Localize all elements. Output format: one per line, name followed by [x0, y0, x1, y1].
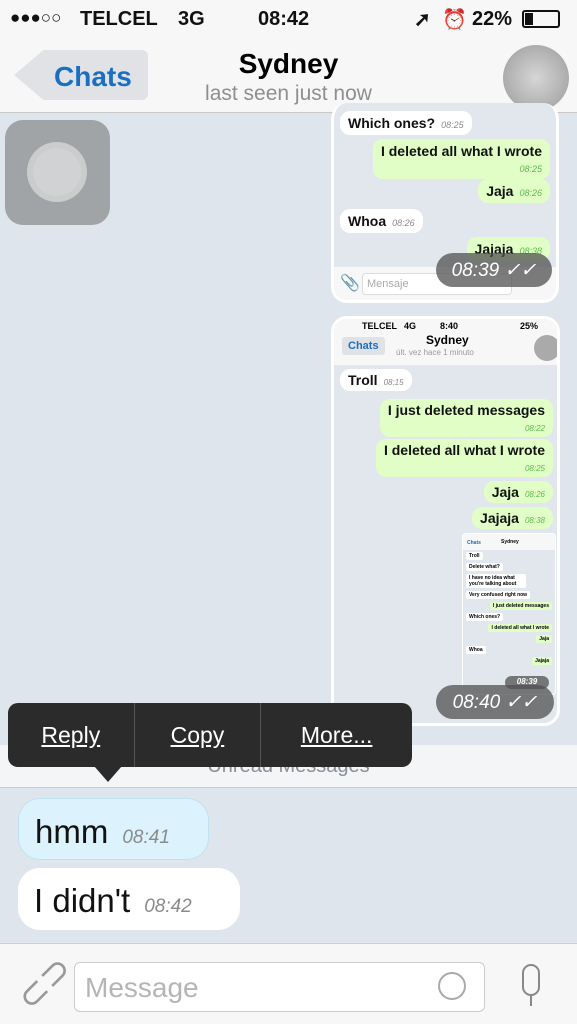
status-bar: ●●●○○ TELCEL 3G 08:42 ➚ ⏰ 22%: [0, 0, 577, 40]
avatar[interactable]: [503, 45, 569, 111]
paperclip-icon: 📎: [340, 275, 360, 292]
message-bubble: Jajaja 08:38: [472, 507, 553, 529]
clock: 08:42: [258, 8, 310, 30]
message-bubble: Troll 08:15: [340, 369, 412, 391]
reply-button[interactable]: Reply: [8, 703, 135, 767]
copy-button[interactable]: Copy: [135, 703, 262, 767]
chat-title[interactable]: Sydney: [0, 48, 577, 80]
mini-header: TELCEL 4G 8:40 25% Chats Sydney últ. vez…: [334, 319, 557, 365]
chat-area: Which ones? 08:25 I deleted all what I wr…: [0, 103, 577, 943]
signal-icon: ●●●○○: [10, 8, 62, 27]
battery-icon: [522, 10, 560, 28]
message-bubble: Jaja 08:26: [478, 179, 550, 203]
message-bubble: Which ones? 08:25: [340, 111, 472, 135]
location-arrow-icon: ➚: [414, 9, 431, 31]
microphone-icon[interactable]: [522, 964, 540, 996]
alarm-icon: ⏰: [442, 9, 467, 31]
nested-screenshot: Chats Sydney Troll Delete what? I have no…: [462, 533, 556, 695]
message-bubble: I just deleted messages 08:22: [379, 399, 553, 437]
more-button[interactable]: More...: [261, 703, 412, 767]
assistive-touch-button[interactable]: [5, 120, 110, 225]
message-bubble: I deleted all what I wrote 08:25: [372, 139, 550, 179]
context-menu: Reply Copy More...: [8, 703, 412, 767]
message-bubble: Whoa 08:26: [340, 209, 423, 233]
timestamp-overlay: 08:39 ✓✓: [436, 253, 552, 287]
context-menu-pointer: [94, 766, 122, 782]
microphone-stand: [530, 996, 532, 1006]
screenshot-image[interactable]: Which ones? 08:25 I deleted all what I wr…: [331, 103, 559, 303]
network-type: 3G: [178, 8, 205, 30]
screenshot-image[interactable]: TELCEL 4G 8:40 25% Chats Sydney últ. vez…: [331, 316, 560, 726]
sticker-icon[interactable]: [438, 972, 466, 1000]
message-bubble: I deleted all what I wrote 08:25: [375, 439, 553, 477]
message-bubble: Jaja 08:26: [483, 481, 553, 503]
carrier: TELCEL: [80, 8, 158, 30]
message-bubble[interactable]: I didn't 08:42: [18, 868, 240, 930]
message-input[interactable]: Message: [74, 962, 485, 1012]
message-bubble-selected[interactable]: hmm 08:41: [18, 798, 209, 860]
input-bar: ⊂⊃ Message: [0, 943, 577, 1024]
paperclip-icon[interactable]: ⊂⊃: [8, 947, 80, 1019]
battery-percent: 22%: [472, 8, 513, 30]
timestamp-overlay: 08:40 ✓✓: [436, 685, 554, 719]
